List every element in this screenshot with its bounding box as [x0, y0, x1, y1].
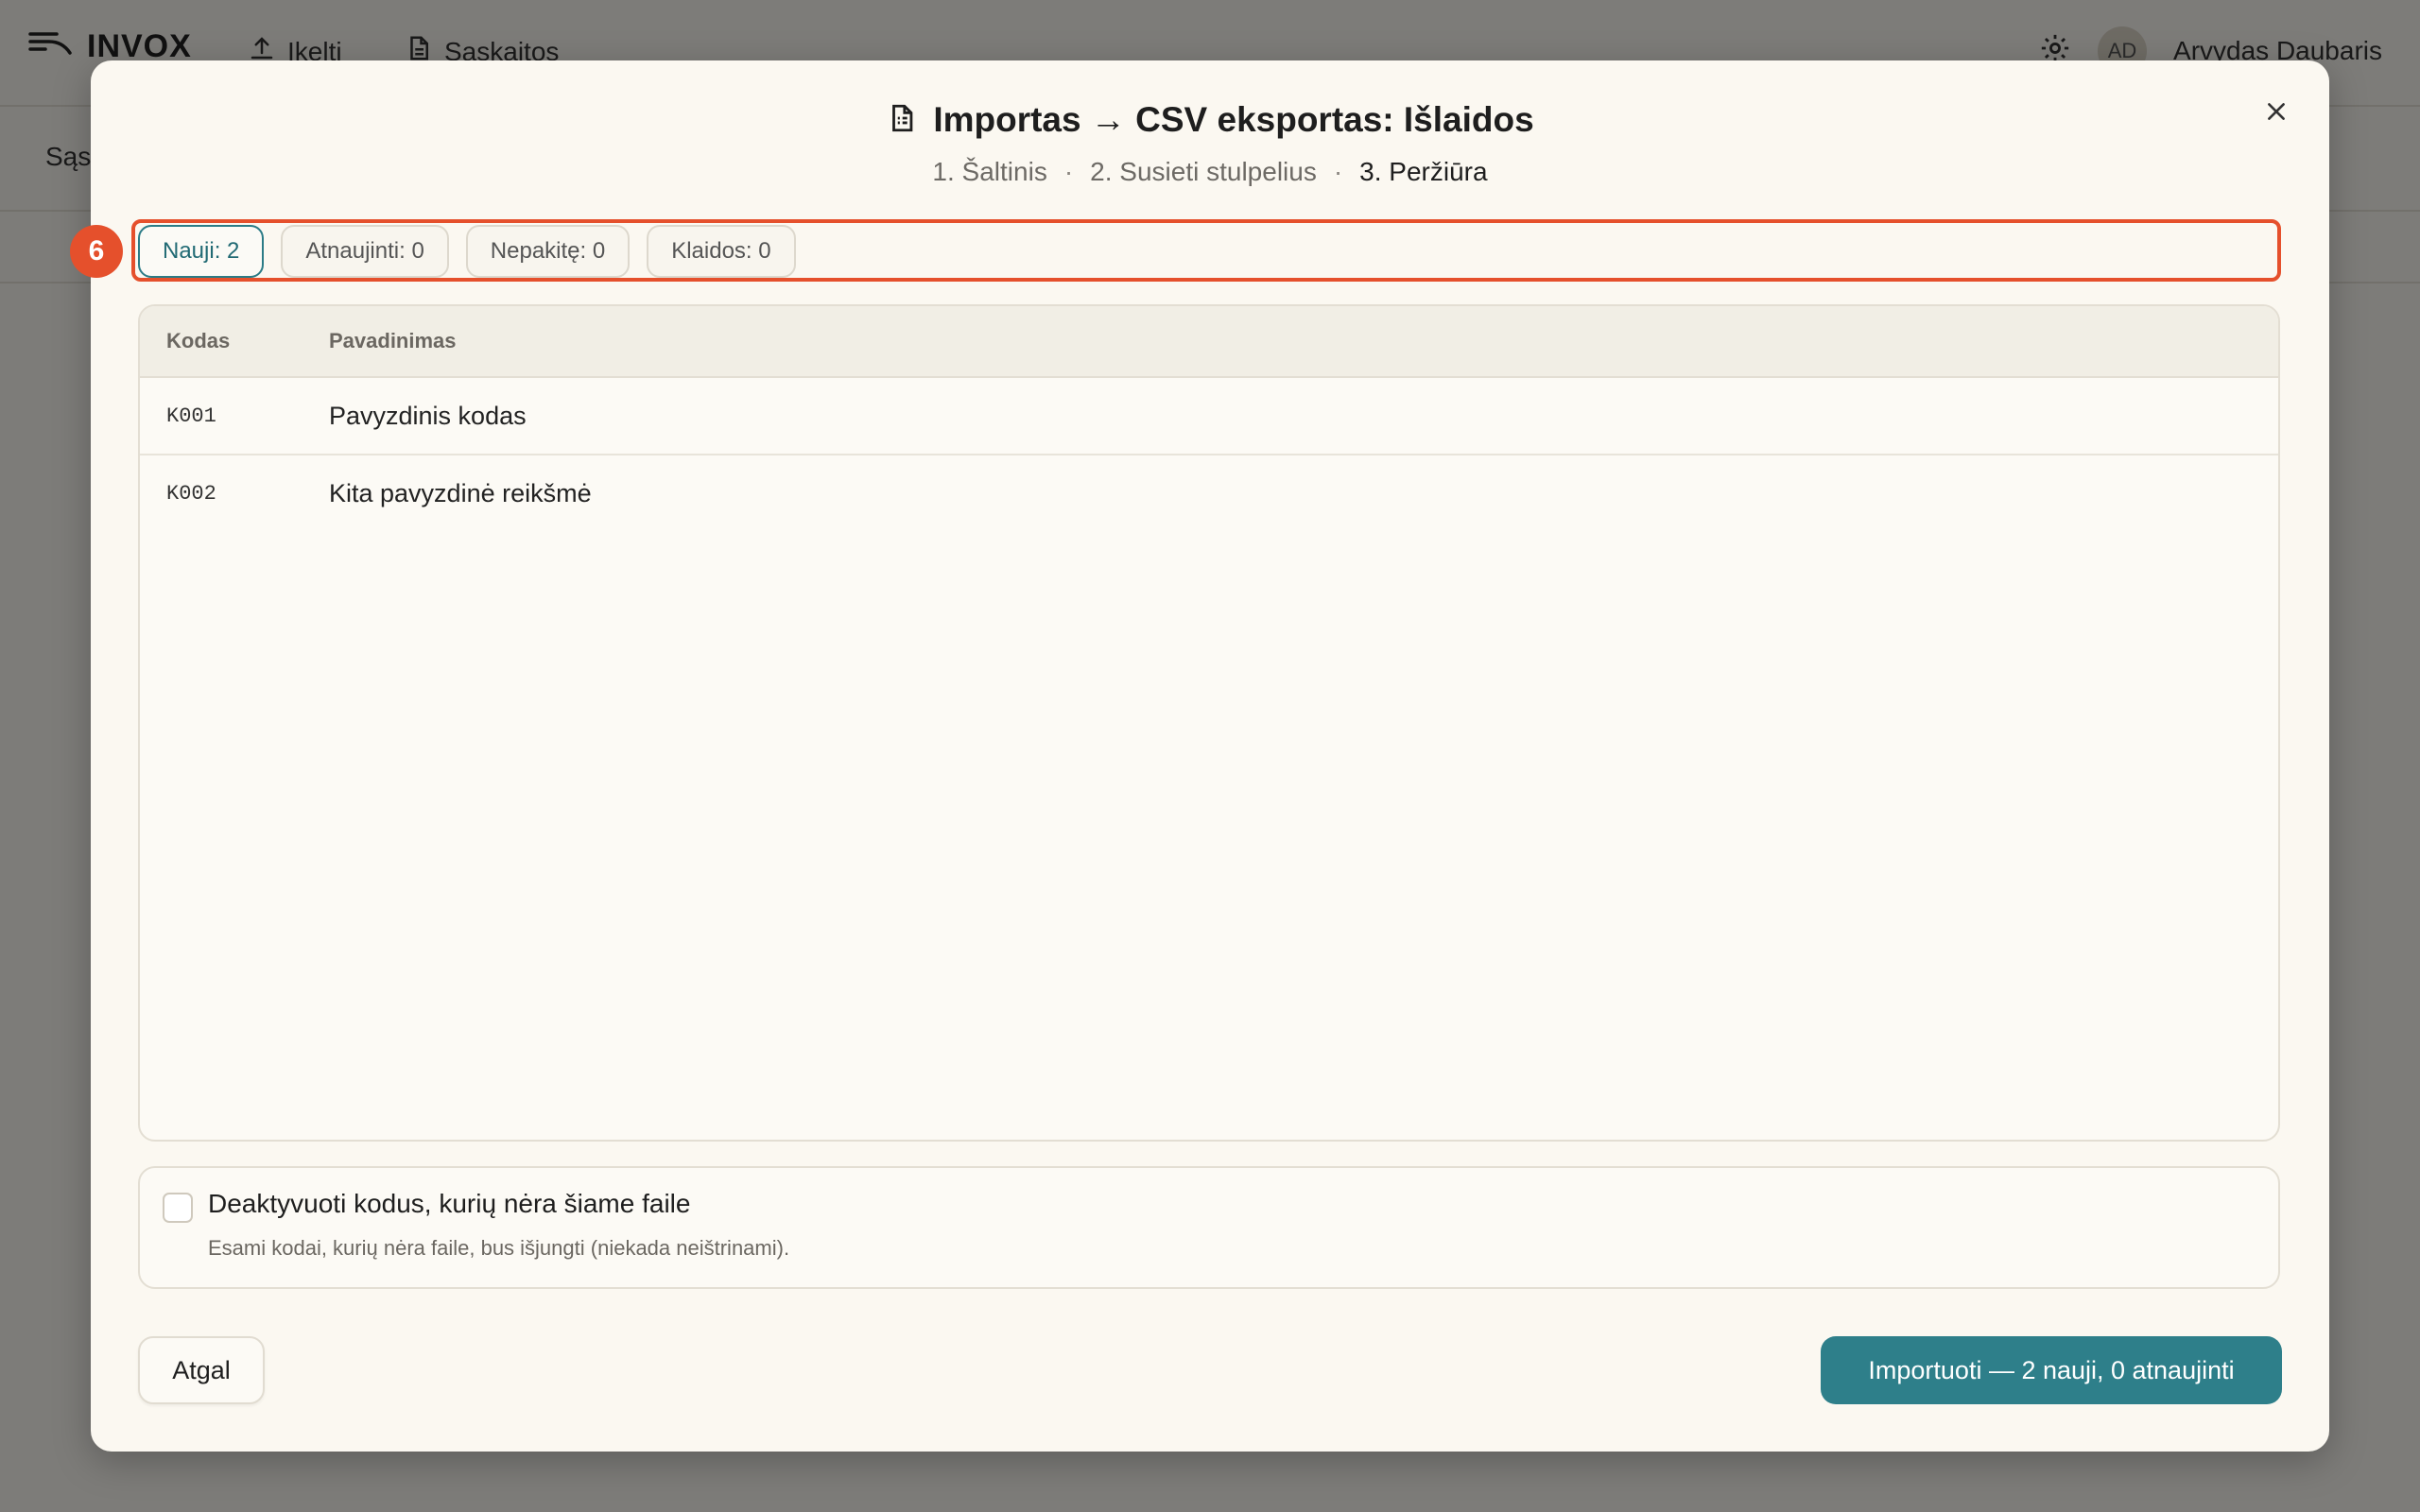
- preview-table[interactable]: Kodas Pavadinimas K001 Pavyzdinis kodas …: [138, 304, 2280, 1142]
- modal-header: Importas → CSV eksportas: Išlaidos: [91, 100, 2329, 140]
- chip-errors[interactable]: Klaidos: 0: [647, 225, 796, 278]
- header-code: Kodas: [166, 329, 231, 352]
- table-header: Kodas Pavadinimas: [140, 306, 2278, 378]
- step-map-columns: 2. Susieti stulpelius: [1090, 157, 1317, 186]
- chip-updated[interactable]: Atnaujinti: 0: [281, 225, 449, 278]
- file-spreadsheet-icon: [886, 102, 918, 139]
- table-row: K002 Kita pavyzdinė reikšmė: [140, 455, 2278, 531]
- deactivate-checkbox[interactable]: [163, 1193, 193, 1223]
- back-button[interactable]: Atgal: [138, 1336, 265, 1404]
- chip-new[interactable]: Nauji: 2: [138, 225, 265, 278]
- annotation-badge: 6: [70, 225, 123, 278]
- header-name: Pavadinimas: [329, 329, 457, 352]
- import-modal: Importas → CSV eksportas: Išlaidos 1. Ša…: [70, 60, 2329, 1452]
- step-preview: 3. Peržiūra: [1359, 157, 1488, 186]
- deactivate-description: Esami kodai, kurių nėra faile, bus išjun…: [208, 1236, 790, 1260]
- import-button[interactable]: Importuoti — 2 nauji, 0 atnaujinti: [1821, 1336, 2282, 1404]
- status-filter-chips: Nauji: 2 Atnaujinti: 0 Nepakitę: 0 Klaid…: [138, 225, 796, 278]
- step-indicator: 1. Šaltinis · 2. Susieti stulpelius · 3.…: [91, 157, 2329, 187]
- cell-name: Pavyzdinis kodas: [329, 401, 527, 430]
- step-separator: ·: [1063, 157, 1074, 186]
- cell-name: Kita pavyzdinė reikšmė: [329, 478, 592, 507]
- modal-title: Importas → CSV eksportas: Išlaidos: [933, 100, 1534, 139]
- cell-code: K001: [166, 404, 216, 428]
- deactivate-option: Deaktyvuoti kodus, kurių nėra šiame fail…: [138, 1166, 2280, 1289]
- cell-code: K002: [166, 481, 216, 506]
- table-row: K001 Pavyzdinis kodas: [140, 378, 2278, 455]
- deactivate-label[interactable]: Deaktyvuoti kodus, kurių nėra šiame fail…: [208, 1189, 690, 1219]
- chip-unchanged[interactable]: Nepakitę: 0: [465, 225, 631, 278]
- step-source: 1. Šaltinis: [932, 157, 1047, 186]
- step-separator: ·: [1333, 157, 1343, 186]
